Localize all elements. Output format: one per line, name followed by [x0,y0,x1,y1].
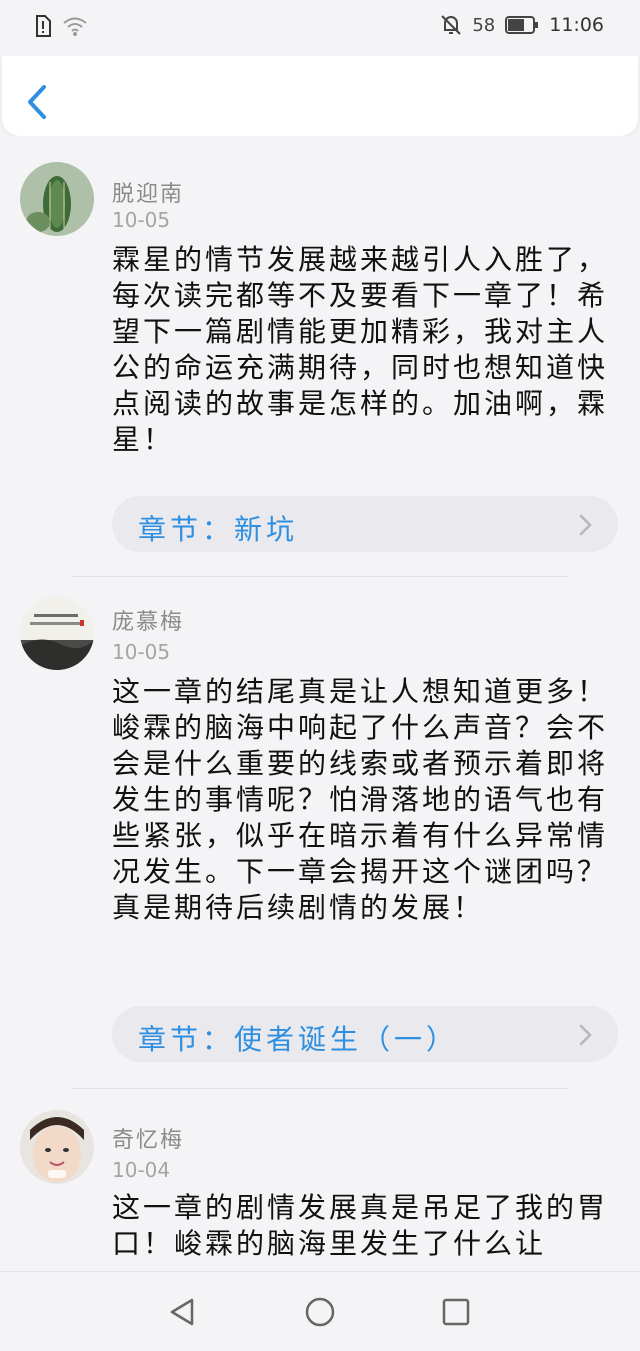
avatar[interactable] [20,596,94,670]
battery-icon [505,16,539,34]
chapter-label: 章节：使者诞生（一） [138,1023,459,1056]
circle-home-icon[interactable] [304,1296,336,1328]
status-right-icons: 58 11:06 [440,14,604,36]
divider [72,1088,568,1089]
top-app-bar [2,56,638,136]
status-bar: 58 11:06 [0,0,640,56]
battery-percent: 58 [472,14,496,36]
comment-date: 10-04 [112,1158,171,1182]
clock: 11:06 [549,14,604,36]
chapter-label: 章节：新坑 [138,513,299,546]
chevron-right-icon [579,514,592,536]
avatar[interactable] [20,1110,94,1184]
mute-icon [441,15,462,35]
chevron-left-icon[interactable] [22,82,52,122]
comment-list[interactable]: 脱迎南 10-05 霖星的情节发展越来越引人入胜了，每次读完都等不及要看下一章了… [0,136,640,1271]
chevron-right-icon [579,1024,592,1046]
system-nav-bar [0,1271,640,1351]
commenter-name[interactable]: 脱迎南 [112,176,184,208]
comment-date: 10-05 [112,208,171,232]
comment-text: 这一章的剧情发展真是吊足了我的胃口！峻霖的脑海里发生了什么让 [112,1191,609,1260]
status-left-icons [34,14,88,38]
commenter-name[interactable]: 庞慕梅 [112,604,184,636]
chapter-link[interactable]: 章节：使者诞生（一） [112,1006,618,1062]
wifi-icon [63,17,87,36]
chapter-link[interactable]: 章节：新坑 [112,496,618,552]
alert-sim-icon [36,15,51,37]
divider [72,576,568,577]
comment-text: 霖星的情节发展越来越引人入胜了，每次读完都等不及要看下一章了！希望下一篇剧情能更… [112,243,609,456]
avatar[interactable] [20,162,94,236]
square-recents-icon[interactable] [440,1296,472,1328]
triangle-back-icon[interactable] [166,1296,198,1328]
comment-text: 这一章的结尾真是让人想知道更多！峻霖的脑海中响起了什么声音？会不会是什么重要的线… [112,675,609,924]
comment-date: 10-05 [112,640,171,664]
commenter-name[interactable]: 奇忆梅 [112,1122,184,1154]
